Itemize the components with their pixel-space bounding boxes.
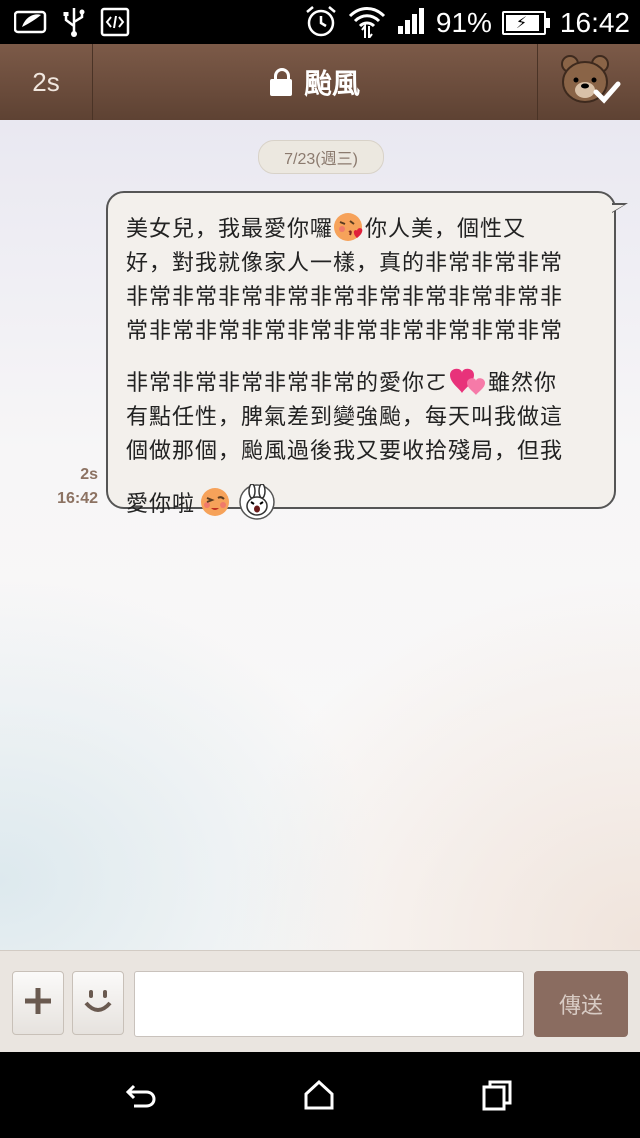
message-input[interactable] — [134, 971, 524, 1037]
smiley-icon — [82, 985, 114, 1021]
add-button[interactable] — [12, 971, 64, 1035]
back-icon[interactable] — [124, 1078, 158, 1112]
read-indicator: 2s — [80, 466, 98, 483]
bear-menu-icon — [556, 50, 622, 114]
message-line: 非常非常非常非常非常的愛你ㄛ 雖然你 — [126, 367, 600, 401]
chat-title-text: 颱風 — [303, 67, 360, 100]
hearts-emoji-icon — [448, 365, 488, 397]
message-line: 美女兒，我最愛你囉 你人美，個性又 — [126, 213, 600, 247]
recents-icon[interactable] — [480, 1078, 514, 1112]
battery-percent: 91% — [435, 7, 492, 38]
send-button[interactable]: 傳送 — [534, 971, 628, 1037]
alarm-icon — [304, 4, 338, 42]
message-line: 愛你啦 — [126, 483, 600, 521]
usb-icon — [62, 6, 86, 42]
plus-icon — [22, 985, 54, 1021]
lock-icon — [269, 68, 292, 96]
message-line: 好，對我就像家人一樣，真的非常非常非常 — [126, 251, 564, 276]
status-time: 16:42 — [559, 7, 630, 38]
menu-button[interactable] — [537, 44, 640, 120]
status-bar: 91% ⚡ 16:42 — [0, 0, 640, 44]
message-line: 常非常非常非常非常非常非常非常非常非常 — [126, 319, 564, 344]
message-line: 非常非常非常非常非常非常非常非常非常非 — [126, 285, 564, 310]
emoji-button[interactable] — [72, 971, 124, 1035]
message-bubble[interactable]: 美女兒，我最愛你囉 你人美，個性又 好，對我就像家人一樣，真的非常非常非常 非常非… — [106, 191, 628, 520]
bunny-sticker-icon — [239, 483, 275, 520]
wifi-icon — [348, 4, 386, 42]
chat-header: 2s 颱風 — [0, 44, 640, 120]
signal-icon — [396, 6, 426, 40]
message-meta: 2s 16:42 — [57, 463, 98, 511]
message-line: 個做那個，颱風過後我又要收拾殘局，但我 — [126, 439, 564, 464]
debug-icon — [100, 7, 130, 41]
notification-icon — [13, 9, 48, 39]
input-bar: 傳送 — [0, 950, 640, 1053]
date-divider: 7/23(週三) — [258, 140, 384, 174]
chat-title: 颱風 — [92, 44, 538, 120]
kiss-emoji-icon — [333, 211, 365, 243]
chat-area[interactable]: 7/23(週三) 2s 16:42 美女兒，我最愛你囉 你人美，個性又 好，對我就… — [0, 120, 640, 950]
home-icon[interactable] — [302, 1078, 336, 1112]
message-line: 有點任性，脾氣差到變強颱，每天叫我做這 — [126, 405, 564, 430]
wink-emoji-icon — [199, 486, 231, 518]
navigation-bar — [0, 1052, 640, 1138]
battery-icon: ⚡ — [501, 11, 550, 35]
back-button[interactable]: 2s — [0, 44, 93, 120]
message-time: 16:42 — [57, 490, 98, 507]
